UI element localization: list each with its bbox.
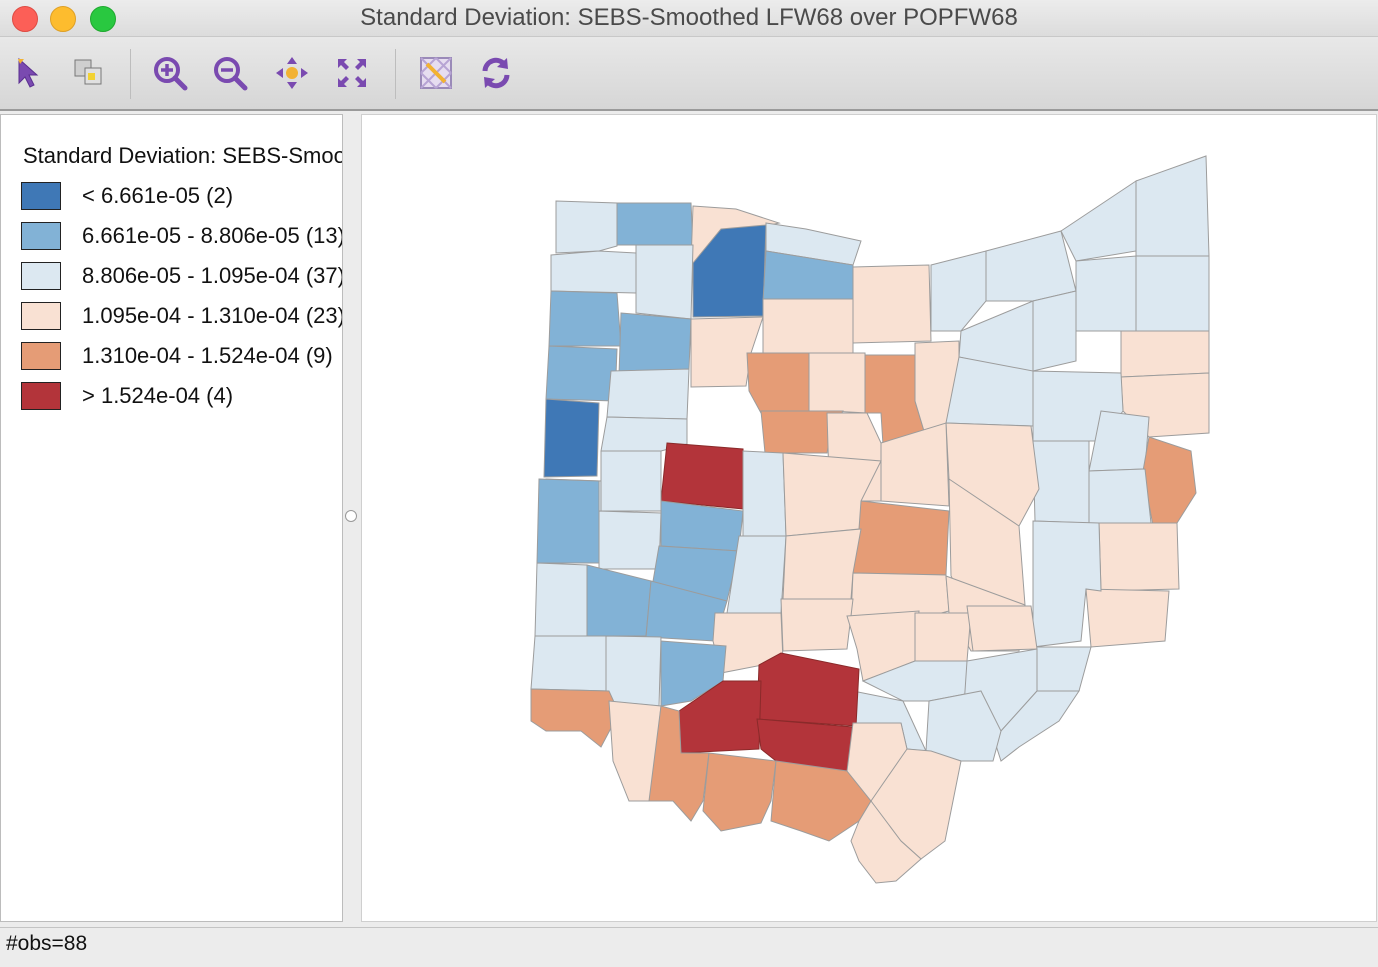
county-polygon[interactable]	[550, 250, 637, 294]
legend-swatch	[21, 382, 61, 410]
county-polygon[interactable]	[598, 510, 662, 570]
county-polygon[interactable]	[852, 500, 950, 576]
county-polygon[interactable]	[530, 688, 620, 748]
county-polygon[interactable]	[543, 398, 600, 478]
panel-splitter[interactable]	[343, 114, 360, 920]
county-polygon[interactable]	[762, 298, 854, 354]
refresh-icon[interactable]	[476, 53, 516, 93]
county-polygon[interactable]	[852, 264, 932, 344]
county-polygon[interactable]	[1032, 440, 1090, 524]
choropleth-map[interactable]	[362, 115, 1376, 921]
legend-swatch	[21, 342, 61, 370]
county-polygon[interactable]	[600, 450, 662, 512]
zoom-in-icon[interactable]	[150, 53, 190, 93]
county-polygon[interactable]	[1032, 290, 1077, 372]
county-polygon[interactable]	[606, 368, 690, 420]
observation-count: #obs=88	[6, 932, 88, 955]
county-polygon[interactable]	[548, 290, 622, 347]
county-polygon[interactable]	[756, 652, 860, 727]
county-polygon[interactable]	[635, 244, 694, 320]
legend-label: > 1.524e-04 (4)	[82, 383, 234, 408]
county-polygon[interactable]	[1142, 436, 1197, 527]
legend-label: 6.661e-05 - 8.806e-05 (13)	[82, 223, 343, 248]
county-polygon[interactable]	[1032, 646, 1092, 692]
splitter-handle[interactable]	[345, 510, 357, 522]
county-polygon[interactable]	[702, 752, 777, 832]
county-polygon[interactable]	[1088, 468, 1152, 524]
fit-to-window-icon[interactable]	[332, 53, 372, 93]
county-polygon[interactable]	[530, 635, 610, 692]
pan-icon[interactable]	[272, 53, 312, 93]
county-polygon[interactable]	[545, 345, 618, 402]
county-polygon[interactable]	[1060, 180, 1137, 262]
legend-label: 1.095e-04 - 1.310e-04 (23)	[82, 303, 343, 328]
county-polygon[interactable]	[618, 312, 692, 376]
toolbar-separator	[395, 49, 396, 99]
county-polygon[interactable]	[914, 612, 972, 662]
legend-swatch	[21, 262, 61, 290]
legend-swatch	[21, 182, 61, 210]
toggle-basemap-icon[interactable]	[416, 53, 456, 93]
title-bar: Standard Deviation: SEBS-Smoothed LFW68 …	[0, 0, 1378, 37]
county-polygon[interactable]	[660, 442, 744, 510]
legend-label: 8.806e-05 - 1.095e-04 (37)	[82, 263, 343, 288]
zoom-out-icon[interactable]	[210, 53, 250, 93]
selection-shape-icon[interactable]	[68, 53, 108, 93]
toolbar	[0, 37, 1378, 111]
county-polygon[interactable]	[782, 528, 862, 600]
county-polygon[interactable]	[1135, 255, 1210, 332]
county-polygon[interactable]	[930, 250, 987, 332]
legend-swatch	[21, 222, 61, 250]
county-polygon[interactable]	[605, 635, 662, 707]
window-title: Standard Deviation: SEBS-Smoothed LFW68 …	[360, 4, 1018, 31]
county-polygon[interactable]	[660, 500, 744, 552]
select-tool-icon[interactable]	[8, 53, 48, 93]
legend-swatch	[21, 302, 61, 330]
county-polygon[interactable]	[1075, 255, 1137, 332]
legend-label: 1.310e-04 - 1.524e-04 (9)	[82, 343, 333, 368]
county-polygon[interactable]	[985, 230, 1077, 302]
county-polygon[interactable]	[555, 200, 618, 254]
toolbar-separator	[130, 49, 131, 99]
map-canvas[interactable]	[361, 114, 1377, 922]
county-polygon[interactable]	[1120, 330, 1210, 378]
legend-label: < 6.661e-05 (2)	[82, 183, 234, 208]
legend-title: Standard Deviation: SEBS-Smoothed LFW68 …	[23, 143, 343, 168]
county-polygon[interactable]	[1135, 155, 1210, 257]
county-polygon[interactable]	[586, 564, 652, 637]
county-polygon[interactable]	[534, 562, 588, 637]
status-bar: #obs=88	[0, 927, 1378, 967]
county-polygon[interactable]	[966, 605, 1038, 652]
county-polygon[interactable]	[616, 202, 694, 246]
county-polygon[interactable]	[780, 598, 854, 652]
county-polygon[interactable]	[808, 352, 868, 414]
county-polygon[interactable]	[536, 478, 600, 564]
legend-panel: Standard Deviation: SEBS-Smoothed LFW68 …	[0, 114, 343, 922]
county-polygon[interactable]	[742, 450, 787, 537]
county-polygon[interactable]	[1098, 522, 1180, 592]
county-polygon[interactable]	[1085, 588, 1170, 648]
county-polygon[interactable]	[746, 352, 810, 414]
